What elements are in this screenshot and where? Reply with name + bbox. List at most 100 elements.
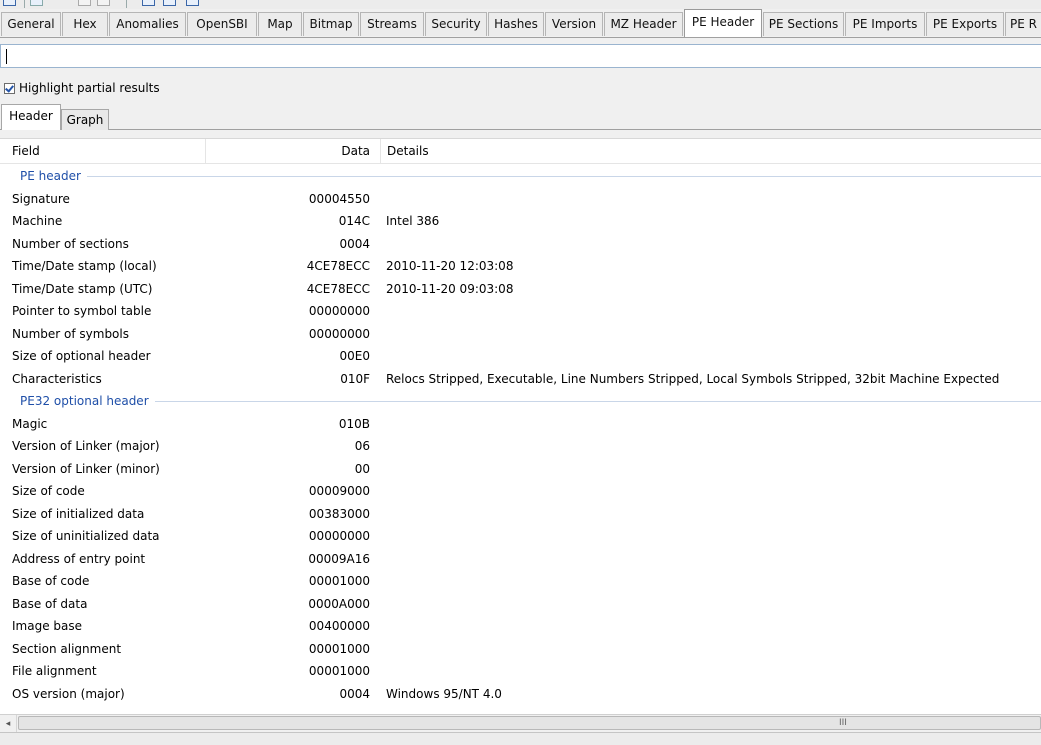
tab-pe-exports[interactable]: PE Exports <box>926 12 1004 36</box>
tab-mz-header[interactable]: MZ Header <box>604 12 683 36</box>
table-row[interactable]: File alignment 00001000 <box>0 660 1041 683</box>
column-header-data[interactable]: Data <box>205 139 370 163</box>
data-cell: 00009000 <box>308 484 370 498</box>
table-row[interactable]: OS version (major) 0004 Windows 95/NT 4.0 <box>0 683 1041 706</box>
tab-pe-resources[interactable]: PE R <box>1005 12 1041 36</box>
table-row[interactable]: Time/Date stamp (UTC) 4CE78ECC 2010-11-20 … <box>0 278 1041 301</box>
table-row[interactable]: Signature 00004550 <box>0 188 1041 211</box>
data-cell: 00000000 <box>308 529 370 543</box>
toolbar-separator <box>126 0 127 8</box>
field-cell: Version of Linker (major) <box>12 439 160 453</box>
tab-anomalies[interactable]: Anomalies <box>109 12 186 36</box>
table-row[interactable]: Time/Date stamp (local) 4CE78ECC 2010-11-2… <box>0 255 1041 278</box>
table-row[interactable]: Size of code 00009000 <box>0 480 1041 503</box>
tab-opensbi[interactable]: OpenSBI <box>187 12 257 36</box>
table-header: Field Data Details <box>0 139 1041 164</box>
group-title: PE header <box>20 165 87 188</box>
table-row[interactable]: Base of code 00001000 <box>0 570 1041 593</box>
field-cell: Base of code <box>12 574 90 588</box>
main-tab-bar: General Hex Anomalies OpenSBI Map Bitmap… <box>0 9 1041 38</box>
table-row[interactable]: Image base 00400000 <box>0 615 1041 638</box>
data-cell: 00004550 <box>308 191 370 206</box>
field-cell: Number of symbols <box>12 326 129 341</box>
field-cell: Time/Date stamp (local) <box>12 259 157 273</box>
tab-general[interactable]: General <box>1 12 61 36</box>
data-cell: 00000000 <box>308 304 370 318</box>
table-row[interactable]: Size of optional header 00E0 <box>0 345 1041 368</box>
window-icon[interactable] <box>142 0 155 6</box>
table-row[interactable]: Size of uninitialized data 00000000 <box>0 525 1041 548</box>
table-row[interactable]: Base of data 0000A000 <box>0 593 1041 616</box>
scrollbar-thumb[interactable]: III <box>18 716 1041 730</box>
tab-pe-sections[interactable]: PE Sections <box>763 12 844 36</box>
field-cell: File alignment <box>12 664 97 678</box>
table-row[interactable]: Section alignment 00001000 <box>0 638 1041 661</box>
data-cell: 00 <box>354 461 370 476</box>
subtab-header[interactable]: Header <box>1 104 61 130</box>
window-icon[interactable] <box>163 0 176 6</box>
data-cell: 00000000 <box>308 326 370 341</box>
group-header: PE header <box>0 165 1041 188</box>
data-cell: 00001000 <box>308 664 370 678</box>
table-row[interactable]: Magic 010B <box>0 413 1041 436</box>
group-title: PE32 optional header <box>20 390 155 413</box>
details-cell: 2010-11-20 12:03:08 <box>386 259 514 273</box>
data-cell: 00383000 <box>308 506 370 521</box>
tab-pe-header[interactable]: PE Header <box>684 9 762 37</box>
subtab-graph[interactable]: Graph <box>61 109 109 130</box>
tab-streams[interactable]: Streams <box>360 12 424 36</box>
data-cell: 00001000 <box>308 574 370 588</box>
data-cell: 00001000 <box>308 641 370 656</box>
table-row[interactable]: Version of Linker (minor) 00 <box>0 458 1041 481</box>
column-header-field[interactable]: Field <box>12 139 40 163</box>
table-row[interactable]: Version of Linker (major) 06 <box>0 435 1041 458</box>
tab-security[interactable]: Security <box>425 12 487 36</box>
table-row[interactable]: Characteristics 010F Relocs Stripped, Exec… <box>0 368 1041 391</box>
tab-hex[interactable]: Hex <box>62 12 108 36</box>
table-row[interactable]: Number of sections 0004 <box>0 233 1041 256</box>
table-row[interactable]: Number of symbols 00000000 <box>0 323 1041 346</box>
status-strip <box>0 732 1041 745</box>
text-caret <box>6 49 7 64</box>
search-input[interactable] <box>0 44 1041 68</box>
tab-map[interactable]: Map <box>258 12 302 36</box>
data-cell: 014C <box>338 214 370 228</box>
toolbar-separator <box>24 0 25 8</box>
open-icon[interactable] <box>3 0 16 6</box>
group-divider <box>20 401 1041 402</box>
data-cell: 4CE78ECC <box>306 281 370 296</box>
field-cell: Signature <box>12 191 70 206</box>
horizontal-scrollbar[interactable]: ◂ III <box>0 714 1041 732</box>
tab-hashes[interactable]: Hashes <box>488 12 544 36</box>
field-cell: Characteristics <box>12 371 102 386</box>
details-cell: Intel 386 <box>386 214 440 228</box>
tab-version[interactable]: Version <box>545 12 603 36</box>
tool-icon[interactable] <box>30 0 43 6</box>
data-cell: 010F <box>340 371 370 386</box>
tab-pe-imports[interactable]: PE Imports <box>845 12 925 36</box>
field-cell: Size of initialized data <box>12 506 145 521</box>
table-row[interactable]: Size of initialized data 00383000 <box>0 503 1041 526</box>
table-row[interactable]: Pointer to symbol table 00000000 <box>0 300 1041 323</box>
scroll-left-arrow-icon[interactable]: ◂ <box>0 715 17 732</box>
column-header-details[interactable]: Details <box>380 139 429 163</box>
field-cell: Section alignment <box>12 641 122 656</box>
data-cell: 0000A000 <box>308 596 370 611</box>
field-cell: Magic <box>12 416 48 431</box>
data-cell: 010B <box>338 416 370 431</box>
pe-header-table: Field Data Details PE header Signature 00… <box>0 138 1041 715</box>
table-row[interactable]: Address of entry point 00009A16 <box>0 548 1041 571</box>
data-cell: 00009A16 <box>308 551 370 566</box>
data-cell: 4CE78ECC <box>306 259 370 273</box>
highlight-partial-results-checkbox[interactable]: Highlight partial results <box>4 80 160 96</box>
field-cell: Image base <box>12 619 83 633</box>
field-cell: Size of optional header <box>12 349 151 363</box>
table-body: PE header Signature 00004550 Machine 014C I… <box>0 165 1041 705</box>
copy-icon[interactable] <box>78 0 91 6</box>
group-header: PE32 optional header <box>0 390 1041 413</box>
checkbox-checked-icon[interactable] <box>4 82 15 94</box>
table-row[interactable]: Machine 014C Intel 386 <box>0 210 1041 233</box>
tab-bitmap[interactable]: Bitmap <box>303 12 359 36</box>
paste-icon[interactable] <box>97 0 110 6</box>
window-icon[interactable] <box>186 0 199 6</box>
